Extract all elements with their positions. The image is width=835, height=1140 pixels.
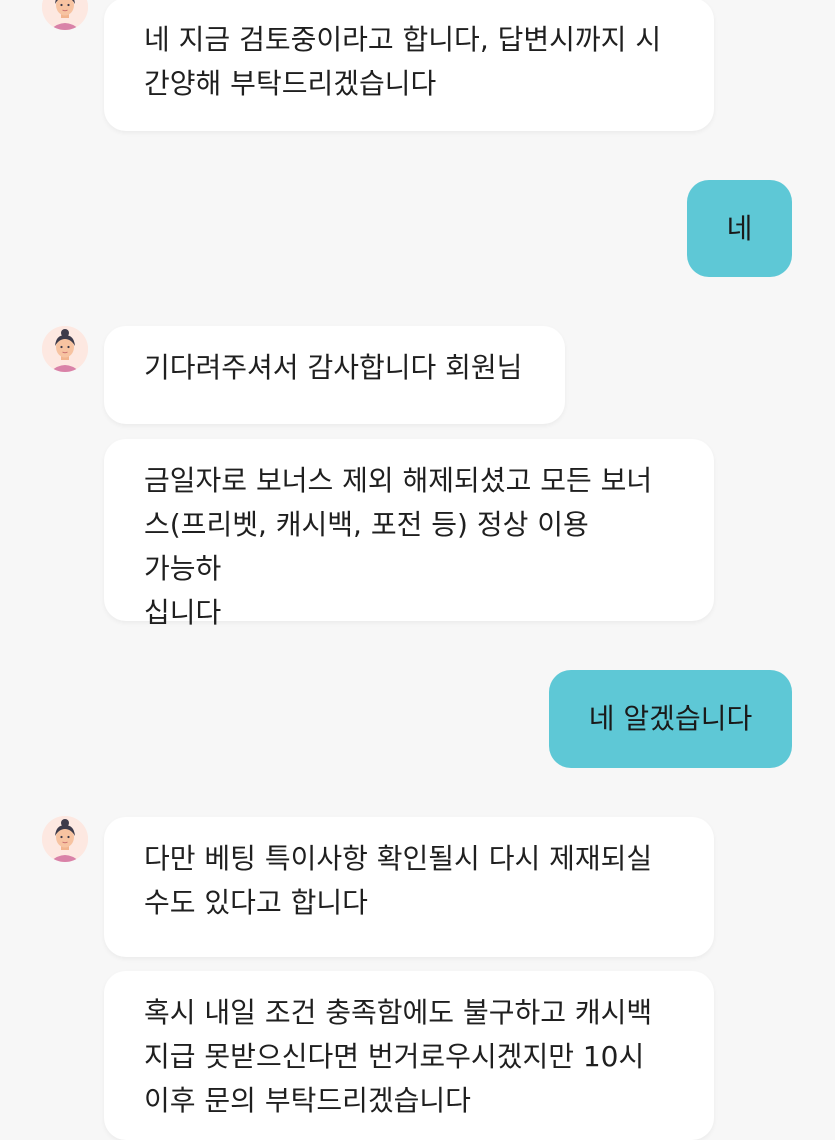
agent-avatar-icon [42,816,88,862]
agent-avatar-icon [42,0,88,30]
agent-avatar-icon [42,326,88,372]
agent-message: 네 지금 검토중이라고 합니다, 답변시까지 시 간양해 부탁드리겠습니다 [104,0,714,131]
user-message: 네 [687,180,792,277]
agent-message: 혹시 내일 조건 충족함에도 불구하고 캐시백 지급 못받으신다면 번거로우시겠… [104,971,714,1140]
agent-message: 기다려주셔서 감사합니다 회원님 [104,326,565,424]
agent-message: 다만 베팅 특이사항 확인될시 다시 제재되실 수도 있다고 합니다 [104,817,714,957]
user-message: 네 알겠습니다 [549,670,792,768]
agent-message: 금일자로 보너스 제외 해제되셨고 모든 보너 스(프리벳, 캐시백, 포전 등… [104,439,714,629]
